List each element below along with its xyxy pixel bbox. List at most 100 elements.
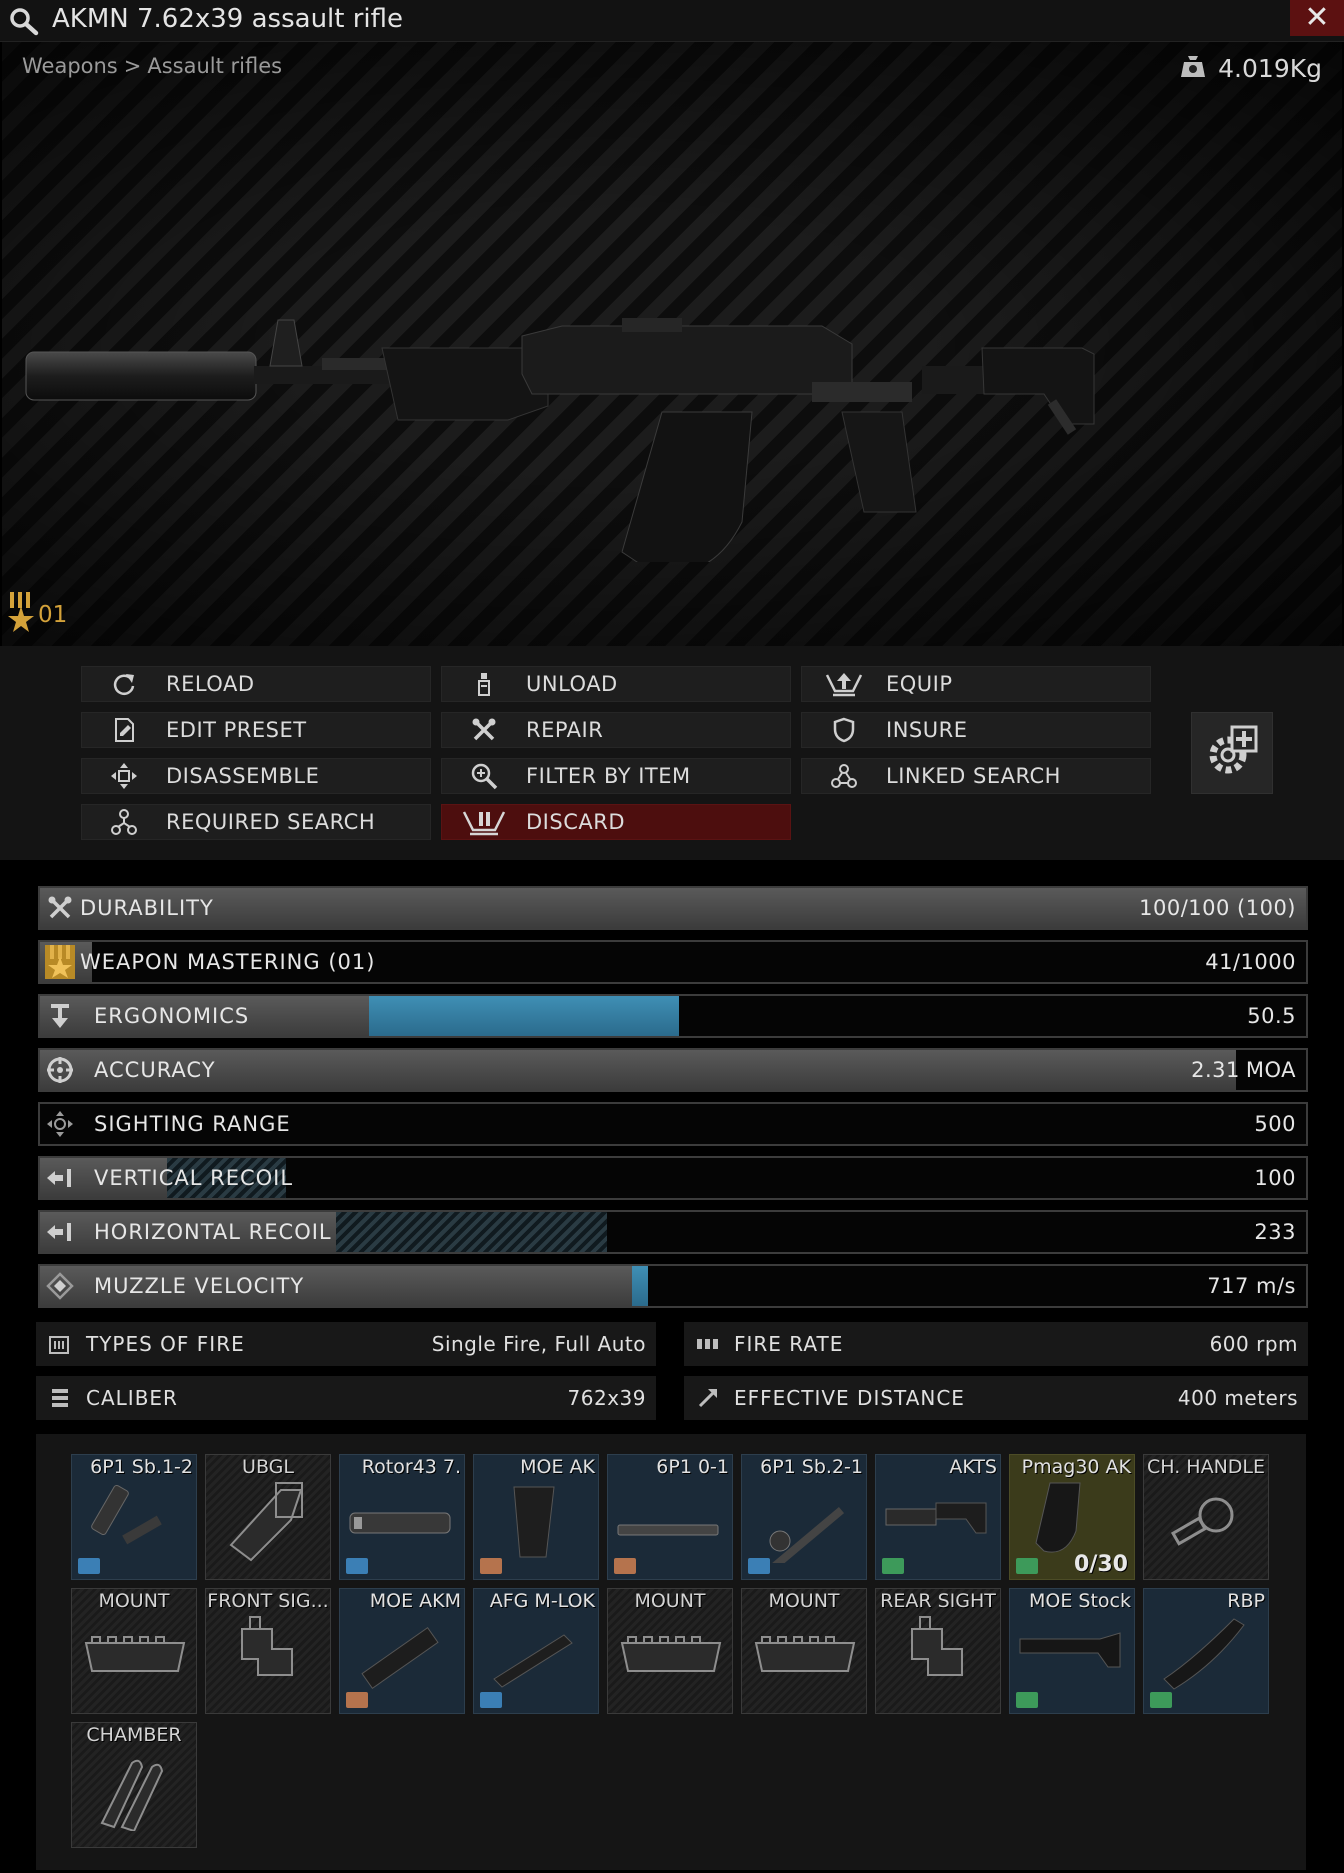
slot-name: MOUNT [768,1590,840,1612]
insure-button[interactable]: INSURE [801,712,1151,748]
window-title: AKMN 7.62x39 assault rifle [52,4,404,34]
linked-search-icon [802,762,886,790]
mod-slot-moe-akm[interactable]: MOE AKM [339,1588,465,1714]
search-icon [8,6,42,36]
mastery-level: 01 [38,602,68,628]
repair-icon [442,717,526,743]
muzzle-icon [340,1475,464,1563]
reload-icon [82,671,166,697]
mod-slot-rear-sight[interactable]: REAR SIGHT [875,1588,1001,1714]
distance-icon [696,1386,720,1410]
recoil-icon [44,1217,76,1247]
breadcrumb-item-weapons[interactable]: Weapons [22,54,118,78]
info-value: 762x39 [567,1386,646,1410]
info-label: FIRE RATE [734,1332,844,1356]
title-bar: AKMN 7.62x39 assault rifle ✕ [0,0,1344,42]
stat-vertical-recoil: VERTICAL RECOIL 100 [38,1156,1308,1200]
slot-name: MOE AKM [369,1590,461,1612]
mod-slot-ch-handle[interactable]: CH. HANDLE [1143,1454,1269,1580]
mod-slot-front-sig[interactable]: FRONT SIG... [205,1588,331,1714]
weapon-preview[interactable]: Weapons > Assault rifles 4.019Kg 01 [2,42,1342,646]
mod-slot-rbp[interactable]: RBP [1143,1588,1269,1714]
mod-slot-moe-stock[interactable]: MOE Stock [1009,1588,1135,1714]
slot-name: Rotor43 7. [361,1456,461,1478]
stat-weapon-mastering-01: WEAPON MASTERING (01) 41/1000 [38,940,1308,984]
filter-search-icon [442,762,526,790]
fire-rate-icon [696,1332,720,1356]
slot-name: MOE AK [520,1456,595,1478]
mod-slot-akts[interactable]: AKTS [875,1454,1001,1580]
disassemble-button[interactable]: DISASSEMBLE [81,758,431,794]
reload-label: RELOAD [166,672,255,696]
stat-value: 100/100 (100) [1139,896,1296,920]
stat-value: 717 m/s [1207,1274,1296,1298]
slot-name: MOUNT [98,1590,170,1612]
repair-button[interactable]: REPAIR [441,712,791,748]
mod-slot-ubgl[interactable]: UBGL [205,1454,331,1580]
slot-category-icon [1016,1692,1038,1708]
mod-slot-moe-ak[interactable]: MOE AK [473,1454,599,1580]
ergonomics-icon [44,1001,76,1031]
recoil-icon [44,1163,76,1193]
mount-icon [608,1609,732,1697]
mod-slot-afg-m-lok[interactable]: AFG M-LOK [473,1588,599,1714]
stat-accuracy: ACCURACY 2.31 MOA [38,1048,1308,1092]
mod-slot-mount[interactable]: MOUNT [741,1588,867,1714]
weight-icon [1178,50,1208,86]
equip-label: EQUIP [886,672,953,696]
edit-preset-button[interactable]: EDIT PRESET [81,712,431,748]
stat-value-number: 717 m/s [1207,1274,1296,1298]
stat-value-number: 100 [1254,1166,1296,1190]
edit-preset-label: EDIT PRESET [166,718,307,742]
dustcover-icon [608,1475,732,1563]
filter-by-item-button[interactable]: FILTER BY ITEM [441,758,791,794]
chamber-icon [72,1743,196,1833]
slot-category-icon [1016,1558,1038,1574]
mod-slot-chamber[interactable]: CHAMBER [71,1722,197,1848]
magazine-count: 0/30 [1074,1552,1128,1577]
discard-button[interactable]: DISCARD [441,804,791,840]
required-search-button[interactable]: REQUIRED SEARCH [81,804,431,840]
stat-value: 500 [1254,1112,1296,1136]
mount-icon [742,1609,866,1697]
info-label: TYPES OF FIRE [86,1332,245,1356]
stat-label: ERGONOMICS [94,1004,250,1028]
breadcrumb-item-assault-rifles[interactable]: Assault rifles [147,54,282,78]
stat-sighting-range: SIGHTING RANGE 500 [38,1102,1308,1146]
info-value: Single Fire, Full Auto [431,1332,646,1356]
mod-slot-rotor43-7[interactable]: Rotor43 7. [339,1454,465,1580]
breadcrumb: Weapons > Assault rifles [22,54,282,78]
linked-search-button[interactable]: LINKED SEARCH [801,758,1151,794]
mod-slot-mount[interactable]: MOUNT [71,1588,197,1714]
close-button[interactable]: ✕ [1290,0,1344,36]
weight-display: 4.019Kg [1178,50,1322,86]
mod-slot-6p1-sb-2-1[interactable]: 6P1 Sb.2-1 [741,1454,867,1580]
breadcrumb-separator: > [123,54,142,78]
velocity-icon [44,1271,76,1301]
preset-builder-button[interactable] [1191,712,1273,794]
stat-label: HORIZONTAL RECOIL [94,1220,332,1244]
mastery-medal-icon [8,592,34,638]
equip-button[interactable]: EQUIP [801,666,1151,702]
stat-bar-fill [40,1050,1237,1090]
slot-name: REAR SIGHT [880,1590,996,1612]
mod-slot-mount[interactable]: MOUNT [607,1588,733,1714]
slot-name: CHAMBER [86,1724,182,1746]
sighting-icon [44,1109,76,1139]
stat-value-number: 50.5 [1247,1004,1296,1028]
close-icon: ✕ [1304,0,1330,35]
action-panel: RELOAD UNLOAD EQUIP EDIT PRESET REPAIR I… [0,646,1344,860]
stat-bar-reduction [336,1212,608,1252]
mod-slot-6p1-sb-1-2[interactable]: 6P1 Sb.1-2 [71,1454,197,1580]
unload-button[interactable]: UNLOAD [441,666,791,702]
stock-icon [1010,1609,1134,1697]
stat-value: 2.31 MOA [1191,1058,1296,1082]
slot-name: Pmag30 AK [1021,1456,1131,1478]
reload-button[interactable]: RELOAD [81,666,431,702]
stat-label: DURABILITY [80,896,214,920]
mod-slot-6p1-0-1[interactable]: 6P1 0-1 [607,1454,733,1580]
mod-slot-pmag30-ak[interactable]: Pmag30 AK 0/30 [1009,1454,1135,1580]
slot-name: 6P1 0-1 [656,1456,729,1478]
required-search-icon [82,808,166,836]
unload-icon [442,671,526,697]
